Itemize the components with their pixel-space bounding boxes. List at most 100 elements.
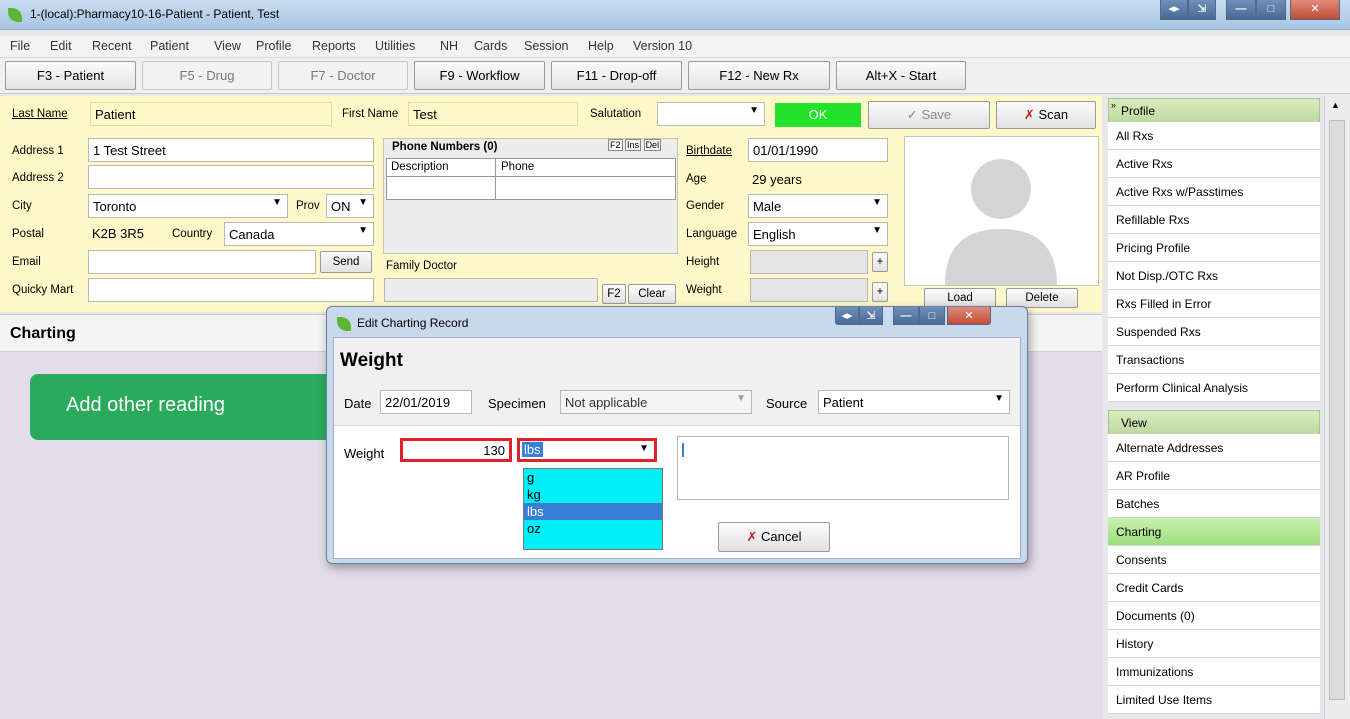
dialog-close-button[interactable]: ✕ — [947, 307, 991, 325]
province-dropdown[interactable]: ON ▼ — [326, 194, 374, 218]
menu-session[interactable]: Session — [524, 39, 568, 53]
export-icon[interactable]: ⇲ — [1188, 0, 1216, 20]
birthdate-field[interactable]: 01/01/1990 — [748, 138, 888, 162]
profile-section-header[interactable]: » Profile — [1108, 98, 1320, 124]
sidebar-item-active-rxs-passtimes[interactable]: Active Rxs w/Passtimes — [1108, 178, 1320, 206]
alt-x-start-button[interactable]: Alt+X - Start — [836, 61, 966, 90]
edit-charting-record-dialog: Edit Charting Record ◂▸ ⇲ — □ ✕ Weight D… — [326, 306, 1028, 564]
maximize-button[interactable]: □ — [1256, 0, 1286, 20]
phone-delete-button[interactable]: Del — [643, 139, 662, 151]
sidebar-item-suspended-rxs[interactable]: Suspended Rxs — [1108, 318, 1320, 346]
phone-numbers-table[interactable]: Description Phone — [386, 158, 676, 200]
dialog-restore-icon[interactable]: ◂▸ — [835, 307, 859, 325]
source-dropdown[interactable]: Patient ▼ — [818, 390, 1010, 414]
unit-option-kg[interactable]: kg — [524, 486, 662, 503]
menu-patient[interactable]: Patient — [150, 39, 189, 53]
notes-field[interactable] — [677, 436, 1009, 500]
dialog-export-icon[interactable]: ⇲ — [859, 307, 883, 325]
scan-button[interactable]: ✗ Scan — [996, 101, 1096, 129]
view-section-header[interactable]: View — [1108, 410, 1320, 436]
email-field[interactable] — [88, 250, 316, 274]
menu-cards[interactable]: Cards — [474, 39, 507, 53]
f11-dropoff-button[interactable]: F11 - Drop-off — [551, 61, 682, 90]
menu-nh[interactable]: NH — [440, 39, 458, 53]
sidebar-item-documents[interactable]: Documents (0) — [1108, 602, 1320, 630]
family-doctor-clear-button[interactable]: Clear — [628, 284, 676, 304]
address1-field[interactable]: 1 Test Street — [88, 138, 374, 162]
minimize-button[interactable]: — — [1226, 0, 1256, 20]
weight-add-button[interactable]: + — [872, 282, 888, 302]
salutation-dropdown[interactable]: ▼ — [657, 102, 765, 126]
postal-field[interactable]: K2B 3R5 — [88, 222, 158, 246]
country-dropdown[interactable]: Canada ▼ — [224, 222, 374, 246]
sidebar-item-alternate-addresses[interactable]: Alternate Addresses — [1108, 434, 1320, 462]
dialog-maximize-button[interactable]: □ — [919, 307, 945, 325]
sidebar-item-clinical-analysis[interactable]: Perform Clinical Analysis — [1108, 374, 1320, 402]
sidebar-item-all-rxs[interactable]: All Rxs — [1108, 122, 1320, 150]
scrollbar-thumb[interactable] — [1329, 120, 1345, 700]
vertical-scrollbar[interactable]: ▲ — [1324, 96, 1350, 719]
unit-option-lbs[interactable]: lbs — [524, 503, 662, 520]
sidebar-item-pricing-profile[interactable]: Pricing Profile — [1108, 234, 1320, 262]
sidebar-item-active-rxs[interactable]: Active Rxs — [1108, 150, 1320, 178]
menu-edit[interactable]: Edit — [50, 39, 72, 53]
specimen-dropdown[interactable]: Not applicable ▼ — [560, 390, 752, 414]
dialog-minimize-button[interactable]: — — [893, 307, 919, 325]
sidebar-item-not-disp-otc[interactable]: Not Disp./OTC Rxs — [1108, 262, 1320, 290]
f5-drug-button[interactable]: F5 - Drug — [142, 61, 272, 90]
weight-field[interactable] — [750, 278, 868, 302]
restore-layout-icon[interactable]: ◂▸ — [1160, 0, 1188, 20]
menu-help[interactable]: Help — [588, 39, 614, 53]
save-button[interactable]: ✓ Save — [868, 101, 990, 129]
cancel-button[interactable]: ✗ Cancel — [718, 522, 830, 552]
last-name-field[interactable]: Patient — [90, 102, 332, 126]
menu-version[interactable]: Version 10 — [633, 39, 692, 53]
menu-view[interactable]: View — [214, 39, 241, 53]
f12-new-rx-button[interactable]: F12 - New Rx — [688, 61, 830, 90]
address2-field[interactable] — [88, 165, 374, 189]
quicky-mart-field[interactable] — [88, 278, 374, 302]
menu-utilities[interactable]: Utilities — [375, 39, 415, 53]
weight-unit-dropdown[interactable]: lbs ▼ — [517, 438, 657, 462]
sidebar-item-credit-cards[interactable]: Credit Cards — [1108, 574, 1320, 602]
add-other-reading-button[interactable]: Add other reading — [30, 374, 340, 440]
photo-delete-button[interactable]: Delete — [1006, 288, 1078, 308]
close-button[interactable]: ✕ — [1290, 0, 1340, 20]
sidebar-item-transactions[interactable]: Transactions — [1108, 346, 1320, 374]
sidebar-item-limited-use-items[interactable]: Limited Use Items — [1108, 686, 1320, 714]
family-doctor-f2-button[interactable]: F2 — [602, 284, 626, 304]
city-dropdown[interactable]: Toronto ▼ — [88, 194, 288, 218]
phone-insert-button[interactable]: Ins — [625, 139, 642, 151]
height-add-button[interactable]: + — [872, 252, 888, 272]
menu-profile[interactable]: Profile — [256, 39, 291, 53]
menu-recent[interactable]: Recent — [92, 39, 132, 53]
sidebar-item-batches[interactable]: Batches — [1108, 490, 1320, 518]
unit-option-g[interactable]: g — [524, 469, 662, 486]
sidebar-item-ar-profile[interactable]: AR Profile — [1108, 462, 1320, 490]
gender-dropdown[interactable]: Male ▼ — [748, 194, 888, 218]
first-name-field[interactable]: Test — [408, 102, 578, 126]
unit-option-oz[interactable]: oz — [524, 520, 662, 537]
sidebar-item-charting[interactable]: Charting — [1108, 518, 1320, 546]
menu-file[interactable]: File — [10, 39, 30, 53]
scroll-up-icon[interactable]: ▲ — [1331, 100, 1340, 110]
sidebar-item-rxs-filled-error[interactable]: Rxs Filled in Error — [1108, 290, 1320, 318]
phone-f2-button[interactable]: F2 — [608, 139, 623, 151]
age-value: 29 years — [752, 172, 802, 187]
photo-load-button[interactable]: Load — [924, 288, 996, 308]
height-field[interactable] — [750, 250, 868, 274]
family-doctor-field[interactable] — [384, 278, 598, 302]
sidebar-item-history[interactable]: History — [1108, 630, 1320, 658]
weight-unit-options-list[interactable]: g kg lbs oz — [523, 468, 663, 550]
language-dropdown[interactable]: English ▼ — [748, 222, 888, 246]
f7-doctor-button[interactable]: F7 - Doctor — [278, 61, 408, 90]
f9-workflow-button[interactable]: F9 - Workflow — [414, 61, 545, 90]
date-field[interactable]: 22/01/2019 — [380, 390, 472, 414]
sidebar-item-refillable-rxs[interactable]: Refillable Rxs — [1108, 206, 1320, 234]
menu-reports[interactable]: Reports — [312, 39, 356, 53]
f3-patient-button[interactable]: F3 - Patient — [5, 61, 136, 90]
sidebar-item-immunizations[interactable]: Immunizations — [1108, 658, 1320, 686]
send-button[interactable]: Send — [320, 251, 372, 273]
weight-value-field[interactable]: 130 — [400, 438, 512, 462]
sidebar-item-consents[interactable]: Consents — [1108, 546, 1320, 574]
